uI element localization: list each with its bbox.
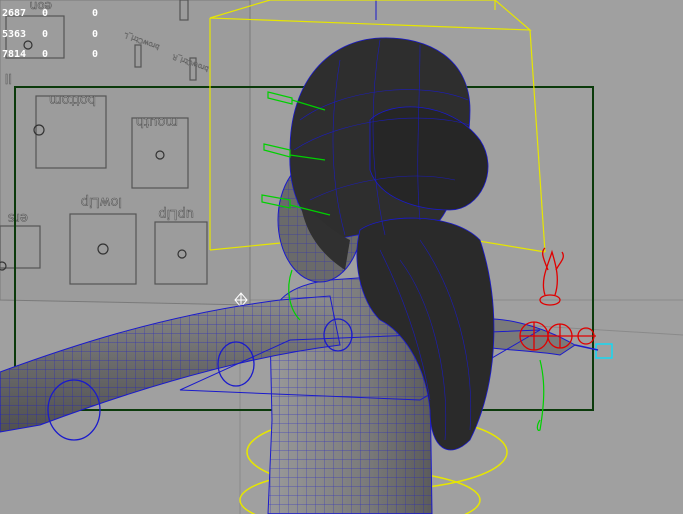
lowlip-label: lowLip [81,194,122,209]
hud-row-1: 2687 0 0 [2,8,99,19]
hud-row-2: 5363 0 0 [2,29,99,40]
viewport-scene[interactable]: bottom mouth lowLip upLip ers ll eon bro… [0,0,683,514]
bottom-label: bottom [49,92,96,107]
ik-handle-control[interactable] [595,343,613,359]
ll-label: ll [5,70,12,85]
face-control-board: bottom mouth lowLip upLip ers ll eon bro… [0,0,251,308]
hud-row-3: 7814 0 0 [2,49,99,60]
mouth-label: mouth [136,114,178,129]
uplip-label: upLip [158,206,194,221]
ers-label: ers [8,210,28,225]
hand-bone [574,344,599,351]
maya-viewport[interactable]: bottom mouth lowLip upLip ers ll eon bro… [0,0,683,514]
